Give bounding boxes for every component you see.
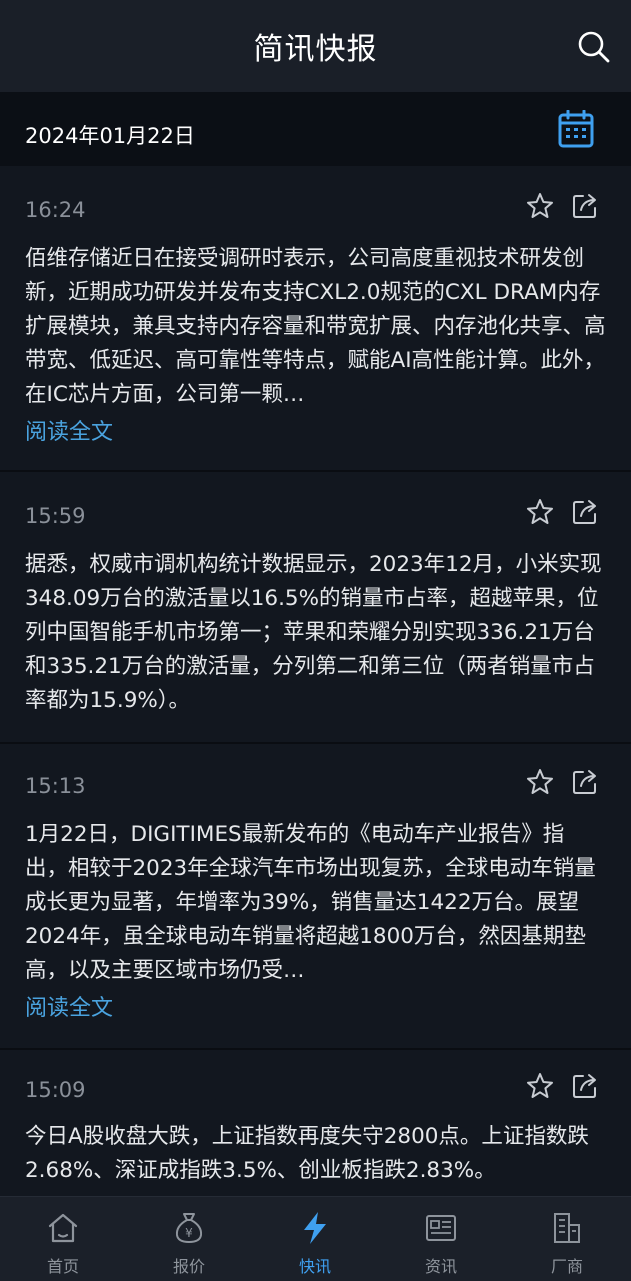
- news-item[interactable]: 15:59 据悉，权威市调机构统计数据显示，2023年12月，小米实现348.0…: [0, 472, 631, 744]
- news-item[interactable]: 16:24 佰维存储近日在接受调研时表示，公司高度重视技术研发创新，近期成功研发…: [0, 166, 631, 472]
- bottom-tab-bar: 首页 ¥ 报价 快讯 资讯 厂商: [0, 1196, 631, 1281]
- lightning-icon: [304, 1212, 326, 1244]
- page-title: 简讯快报: [253, 32, 378, 67]
- money-bag-icon: ¥: [175, 1213, 203, 1244]
- share-icon[interactable]: [571, 498, 599, 526]
- read-more-link[interactable]: 阅读全文: [25, 414, 113, 446]
- news-time: 15:09: [25, 1078, 86, 1102]
- news-text: 佰维存储近日在接受调研时表示，公司高度重视技术研发创新，近期成功研发并发布支持C…: [25, 246, 606, 407]
- calendar-icon[interactable]: [558, 110, 594, 148]
- star-icon[interactable]: [526, 768, 554, 796]
- news-feed[interactable]: 16:24 佰维存储近日在接受调研时表示，公司高度重视技术研发创新，近期成功研发…: [0, 166, 631, 1196]
- home-icon: [48, 1213, 78, 1243]
- star-icon[interactable]: [526, 192, 554, 220]
- news-text: 1月22日，DIGITIMES最新发布的《电动车产业报告》指出，相较于2023年…: [25, 822, 596, 983]
- news-icon: [426, 1215, 456, 1241]
- current-date: 2024年01月22日: [25, 124, 195, 148]
- share-icon[interactable]: [571, 768, 599, 796]
- svg-text:¥: ¥: [185, 1226, 193, 1240]
- tab-label: 报价: [172, 1257, 205, 1276]
- tab-flash-news[interactable]: 快讯: [252, 1197, 378, 1281]
- date-bar: 2024年01月22日: [0, 92, 631, 166]
- tab-quotes[interactable]: ¥ 报价: [126, 1197, 252, 1281]
- building-icon: [554, 1213, 580, 1243]
- news-time: 15:13: [25, 774, 86, 798]
- news-item[interactable]: 15:13 1月22日，DIGITIMES最新发布的《电动车产业报告》指出，相较…: [0, 744, 631, 1050]
- read-more-link[interactable]: 阅读全文: [25, 990, 113, 1022]
- tab-label: 资讯: [424, 1257, 457, 1276]
- news-text: 今日A股收盘大跌，上证指数再度失守2800点。上证指数跌2.68%、深证成指跌3…: [25, 1124, 589, 1183]
- tab-label: 厂商: [550, 1257, 583, 1276]
- tab-home[interactable]: 首页: [0, 1197, 126, 1281]
- app-header: 简讯快报: [0, 0, 631, 92]
- tab-label: 快讯: [298, 1257, 331, 1276]
- tab-news[interactable]: 资讯: [378, 1197, 504, 1281]
- news-time: 16:24: [25, 198, 86, 222]
- tab-vendors[interactable]: 厂商: [504, 1197, 630, 1281]
- news-text: 据悉，权威市调机构统计数据显示，2023年12月，小米实现348.09万台的激活…: [25, 552, 602, 713]
- share-icon[interactable]: [571, 1072, 599, 1100]
- star-icon[interactable]: [526, 1072, 554, 1100]
- search-icon[interactable]: [577, 30, 611, 64]
- star-icon[interactable]: [526, 498, 554, 526]
- tab-label: 首页: [46, 1257, 79, 1276]
- news-item[interactable]: 15:09 今日A股收盘大跌，上证指数再度失守2800点。上证指数跌2.68%、…: [0, 1050, 631, 1196]
- share-icon[interactable]: [571, 192, 599, 220]
- news-time: 15:59: [25, 504, 86, 528]
